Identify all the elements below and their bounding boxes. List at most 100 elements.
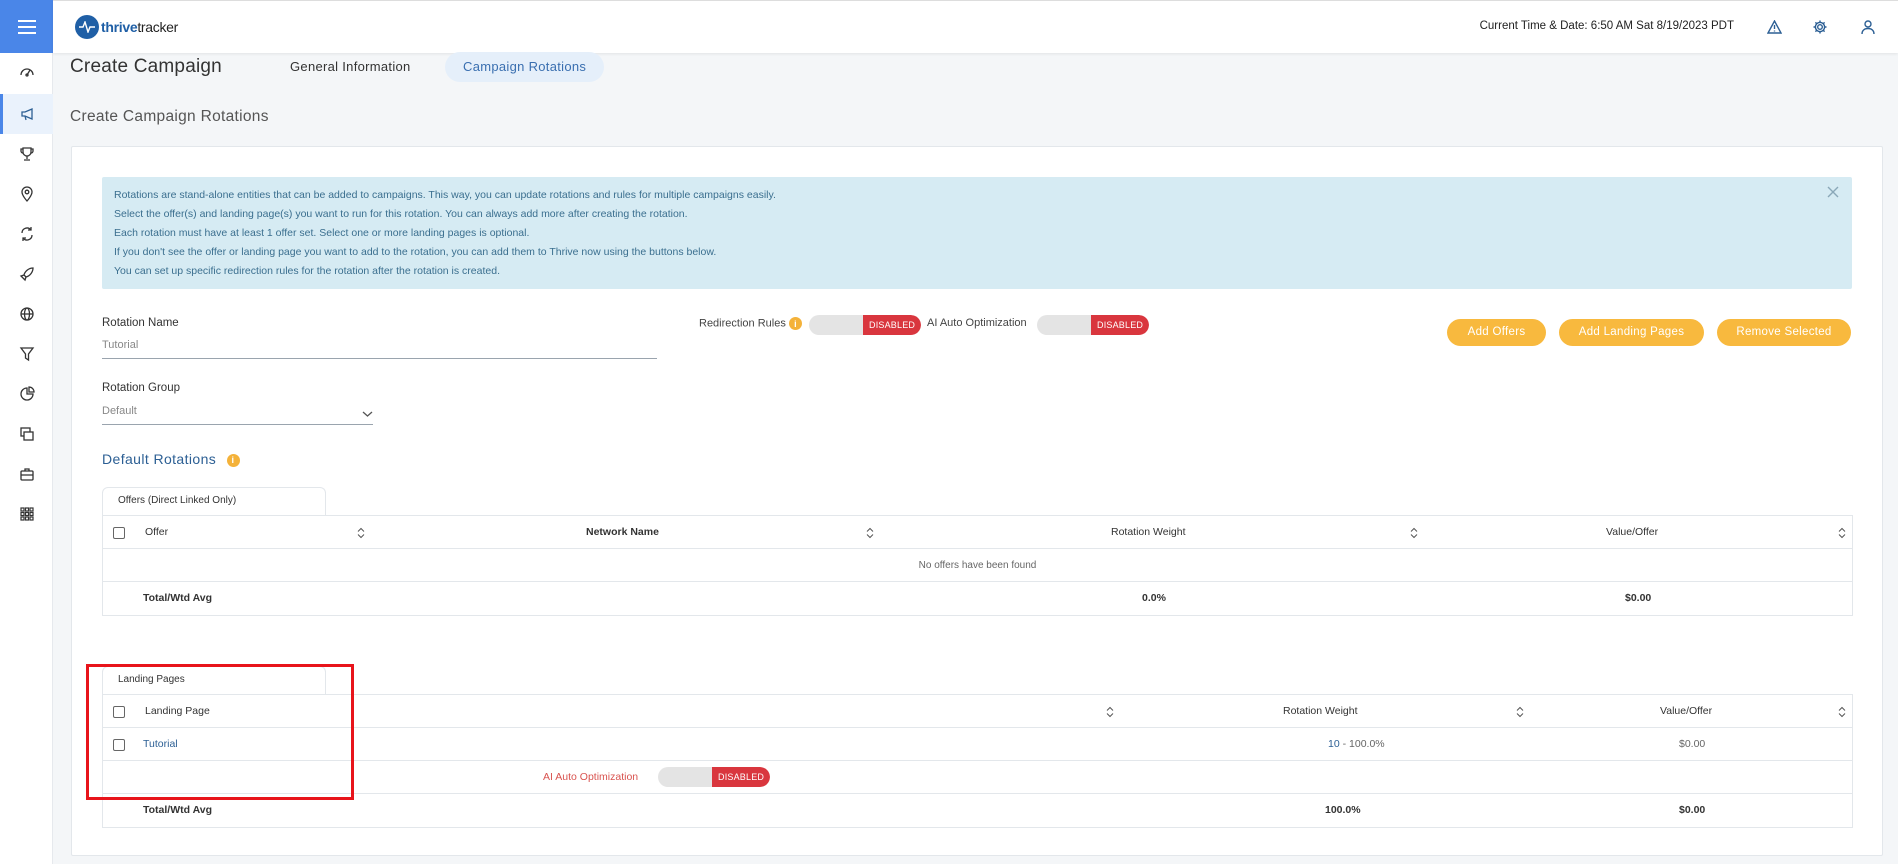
column-header-network-name[interactable]: Network Name	[586, 516, 659, 549]
info-icon[interactable]: i	[226, 453, 240, 467]
tab-campaign-rotations[interactable]: Campaign Rotations	[445, 52, 605, 82]
info-line: Each rotation must have at least 1 offer…	[114, 227, 530, 239]
sidebar	[0, 0, 53, 864]
ai-auto-optimization-toggle[interactable]: DISABLED	[1037, 315, 1150, 335]
add-offers-button[interactable]: Add Offers	[1447, 319, 1546, 346]
rotation-group-select[interactable]: Default	[102, 405, 137, 417]
table-header-row: Offer Network Name Rotation Weight Value…	[103, 516, 1852, 549]
sidebar-item-tools[interactable]	[0, 454, 53, 494]
rotation-group-label: Rotation Group	[102, 382, 180, 394]
rotation-name-input[interactable]: Tutorial	[102, 339, 138, 351]
toggle-state-label: DISABLED	[712, 767, 771, 787]
column-header-value-offer[interactable]: Value/Offer	[1606, 516, 1658, 549]
rotation-name-label: Rotation Name	[102, 317, 179, 329]
close-icon	[1827, 186, 1839, 198]
total-value: $0.00	[1679, 804, 1706, 816]
rotation-weight-percent: - 100.0%	[1339, 738, 1385, 750]
toggle-state-label: DISABLED	[1091, 315, 1150, 335]
sort-icon[interactable]	[1838, 527, 1846, 539]
globe-icon	[19, 307, 34, 321]
info-line: You can set up specific redirection rule…	[114, 265, 500, 277]
toggle-state-label: DISABLED	[863, 315, 922, 335]
logo-pulse-icon	[75, 15, 99, 39]
alerts-button[interactable]	[1764, 17, 1784, 37]
total-value: $0.00	[1625, 592, 1652, 604]
logo[interactable]: thrivetracker	[75, 15, 178, 39]
sort-icon[interactable]	[357, 527, 365, 539]
logo-text: thrivetracker	[101, 19, 179, 35]
menu-toggle-button[interactable]	[0, 0, 53, 53]
offers-tab[interactable]: Offers (Direct Linked Only)	[102, 487, 326, 515]
redirection-rules-label: Redirection Rules i	[699, 317, 802, 330]
page-title: Create Campaign	[70, 56, 222, 77]
topbar: thrivetracker Current Time & Date: 6:50 …	[53, 0, 1898, 53]
sort-icon[interactable]	[866, 527, 874, 539]
sidebar-item-dashboard[interactable]	[0, 52, 53, 92]
info-line: Rotations are stand-alone entities that …	[114, 189, 776, 201]
column-header-value-offer[interactable]: Value/Offer	[1660, 695, 1712, 728]
rotation-weight-value[interactable]: 10	[1328, 738, 1340, 750]
pie-chart-icon	[19, 386, 35, 401]
default-rotations-heading: Default Rotations i	[102, 451, 240, 467]
sort-icon[interactable]	[1516, 706, 1524, 718]
offers-table: Offer Network Name Rotation Weight Value…	[102, 515, 1853, 616]
grid-icon	[19, 507, 34, 521]
settings-button[interactable]	[1810, 17, 1830, 37]
total-weight: 100.0%	[1325, 804, 1361, 816]
briefcase-icon	[19, 468, 34, 481]
gear-icon	[1813, 20, 1827, 34]
sidebar-item-pages[interactable]	[0, 414, 53, 454]
rotation-group-underline	[102, 424, 373, 425]
warning-triangle-icon	[1766, 20, 1782, 34]
map-pin-icon	[20, 186, 33, 202]
table-header-row: Landing Page Rotation Weight Value/Offer	[103, 695, 1852, 728]
lp-ai-auto-optimization-toggle[interactable]: DISABLED	[658, 767, 771, 787]
lp-ai-auto-optimization-label: AI Auto Optimization	[543, 771, 639, 783]
ai-auto-optimization-label: AI Auto Optimization	[927, 317, 1027, 329]
info-icon[interactable]: i	[788, 317, 802, 330]
table-total-row: Total/Wtd Avg 0.0% $0.00	[103, 582, 1852, 615]
sidebar-item-rotations[interactable]	[0, 214, 53, 254]
sort-icon[interactable]	[1410, 527, 1418, 539]
sidebar-item-geo[interactable]	[0, 174, 53, 214]
sidebar-item-launch[interactable]	[0, 254, 53, 294]
hamburger-icon	[17, 19, 36, 34]
sidebar-item-reports[interactable]	[0, 374, 53, 414]
close-banner-button[interactable]	[1826, 185, 1842, 201]
sort-icon[interactable]	[1838, 706, 1846, 718]
column-header-rotation-weight[interactable]: Rotation Weight	[1283, 695, 1358, 728]
info-banner: Rotations are stand-alone entities that …	[102, 177, 1852, 289]
info-line: Select the offer(s) and landing page(s) …	[114, 208, 688, 220]
value-offer-cell: $0.00	[1679, 738, 1706, 750]
chevron-down-icon[interactable]	[362, 405, 373, 423]
select-all-offers-checkbox[interactable]	[113, 527, 125, 539]
sidebar-item-funnels[interactable]	[0, 334, 53, 374]
rotate-icon	[20, 227, 33, 241]
sidebar-item-campaigns[interactable]	[0, 94, 53, 134]
landing-pages-table: Landing Page Rotation Weight Value/Offer…	[102, 694, 1853, 828]
sort-icon[interactable]	[1106, 706, 1114, 718]
sidebar-item-offers[interactable]	[0, 134, 53, 174]
total-label: Total/Wtd Avg	[143, 592, 213, 604]
empty-message: No offers have been found	[918, 560, 1037, 571]
add-landing-pages-button[interactable]: Add Landing Pages	[1559, 319, 1704, 346]
section-title: Create Campaign Rotations	[70, 108, 269, 125]
column-header-offer[interactable]: Offer	[145, 516, 168, 549]
toggle-track	[658, 767, 712, 787]
ai-optimization-row: AI Auto Optimization DISABLED	[103, 761, 1852, 794]
toggle-track	[809, 315, 863, 335]
user-profile-button[interactable]	[1858, 17, 1878, 37]
redirection-rules-toggle[interactable]: DISABLED	[809, 315, 922, 335]
sidebar-item-apps[interactable]	[0, 494, 53, 534]
total-weight: 0.0%	[1142, 592, 1166, 604]
rocket-icon	[19, 267, 34, 282]
remove-selected-button[interactable]: Remove Selected	[1717, 319, 1851, 346]
column-header-rotation-weight[interactable]: Rotation Weight	[1111, 516, 1186, 549]
windows-icon	[19, 427, 34, 441]
current-datetime: Current Time & Date: 6:50 AM Sat 8/19/20…	[1479, 20, 1734, 32]
toggle-track	[1037, 315, 1091, 335]
trophy-icon	[19, 147, 34, 161]
tab-general-information[interactable]: General Information	[272, 52, 429, 82]
sidebar-item-traffic[interactable]	[0, 294, 53, 334]
table-empty-row: No offers have been found	[103, 549, 1852, 582]
